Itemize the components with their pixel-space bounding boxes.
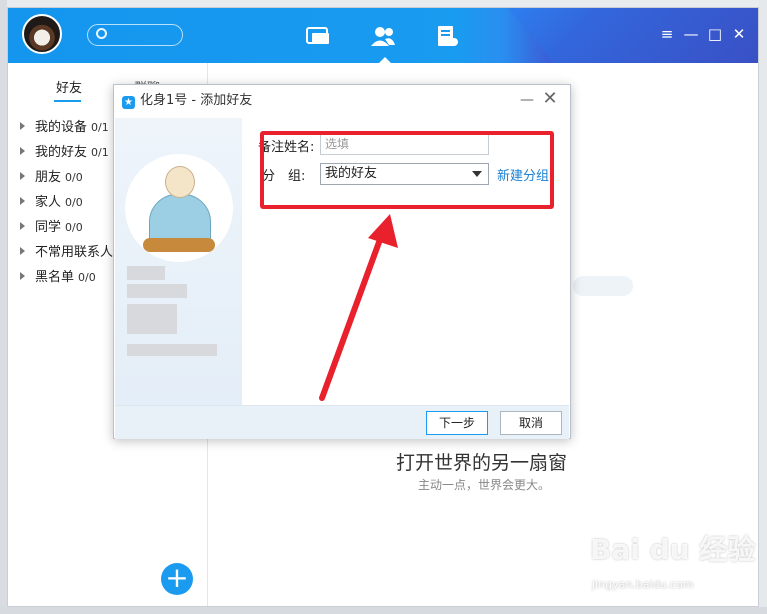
background-window-strip <box>0 0 7 614</box>
chevron-right-icon <box>20 222 25 230</box>
group-row[interactable]: 我的设备 0/1 <box>20 117 109 139</box>
group-name: 朋友 <box>35 170 62 185</box>
dialog-title: ★ 化身1号 - 添加好友 <box>122 91 252 111</box>
maximize-button[interactable]: □ <box>707 26 723 42</box>
group-name: 我的设备 <box>35 120 88 135</box>
monk-illustration-base <box>143 238 215 252</box>
tab-underline <box>54 100 81 102</box>
cancel-button[interactable]: 取消 <box>500 411 562 435</box>
chevron-right-icon <box>20 147 25 155</box>
group-count: 0/1 <box>91 146 109 159</box>
group-name: 不常用联系人 <box>35 245 114 260</box>
slogan-subtitle: 主动一点，世界会更大。 <box>418 478 551 492</box>
chevron-right-icon <box>20 247 25 255</box>
user-avatar[interactable] <box>22 14 62 54</box>
blurred-nickname <box>127 266 165 280</box>
group-name: 我的好友 <box>35 145 88 160</box>
cloud-illustration <box>573 276 633 296</box>
message-icon[interactable] <box>305 25 331 47</box>
group-count: 0/0 <box>78 271 96 284</box>
blurred-info <box>127 284 187 298</box>
add-contact-button[interactable]: + <box>161 563 193 595</box>
blurred-info <box>127 344 217 356</box>
background-window-strip-bottom <box>0 607 767 614</box>
group-row[interactable]: 家人 0/0 <box>20 192 83 214</box>
contact-avatar <box>125 154 233 262</box>
chevron-right-icon <box>20 197 25 205</box>
close-button[interactable]: ✕ <box>731 26 747 42</box>
dialog-minimize-button[interactable]: — <box>520 91 534 109</box>
highlight-annotation-box <box>260 131 554 209</box>
chevron-right-icon <box>20 272 25 280</box>
qq-logo-icon: ★ <box>122 96 135 109</box>
group-row[interactable]: 我的好友 0/1 <box>20 142 109 164</box>
menu-icon[interactable]: ≡ <box>659 26 675 42</box>
minimize-button[interactable]: — <box>683 26 699 42</box>
group-count: 0/1 <box>91 121 109 134</box>
dialog-close-button[interactable]: ✕ <box>542 89 558 109</box>
search-icon <box>96 28 107 39</box>
contacts-icon[interactable] <box>370 25 396 47</box>
monk-illustration-head <box>165 166 195 198</box>
search-box[interactable] <box>87 24 183 46</box>
blurred-info <box>127 304 177 334</box>
tab-friends[interactable]: 好友 <box>56 77 82 96</box>
space-icon[interactable] <box>436 25 462 47</box>
group-count: 0/0 <box>65 171 83 184</box>
active-tab-indicator <box>379 57 391 63</box>
slogan-heading: 打开世界的另一扇窗 <box>396 452 568 474</box>
group-row[interactable]: 同学 0/0 <box>20 217 83 239</box>
profile-panel <box>115 118 242 405</box>
group-count: 0/0 <box>65 221 83 234</box>
group-name: 黑名单 <box>35 270 75 285</box>
group-name: 家人 <box>35 195 62 210</box>
group-row[interactable]: 不常用联系人 <box>20 242 117 264</box>
watermark-url: jingyan.baidu.com <box>592 578 694 591</box>
background-window-strip-right <box>759 0 767 614</box>
chevron-right-icon <box>20 172 25 180</box>
baidu-watermark: Bai du 经验 <box>590 533 756 566</box>
chevron-right-icon <box>20 122 25 130</box>
group-row[interactable]: 黑名单 0/0 <box>20 267 96 289</box>
group-count: 0/0 <box>65 196 83 209</box>
next-button[interactable]: 下一步 <box>426 411 488 435</box>
annotation-arrow <box>319 214 398 401</box>
group-name: 同学 <box>35 220 62 235</box>
dialog-title-text: 化身1号 - 添加好友 <box>140 93 253 108</box>
group-row[interactable]: 朋友 0/0 <box>20 167 83 189</box>
